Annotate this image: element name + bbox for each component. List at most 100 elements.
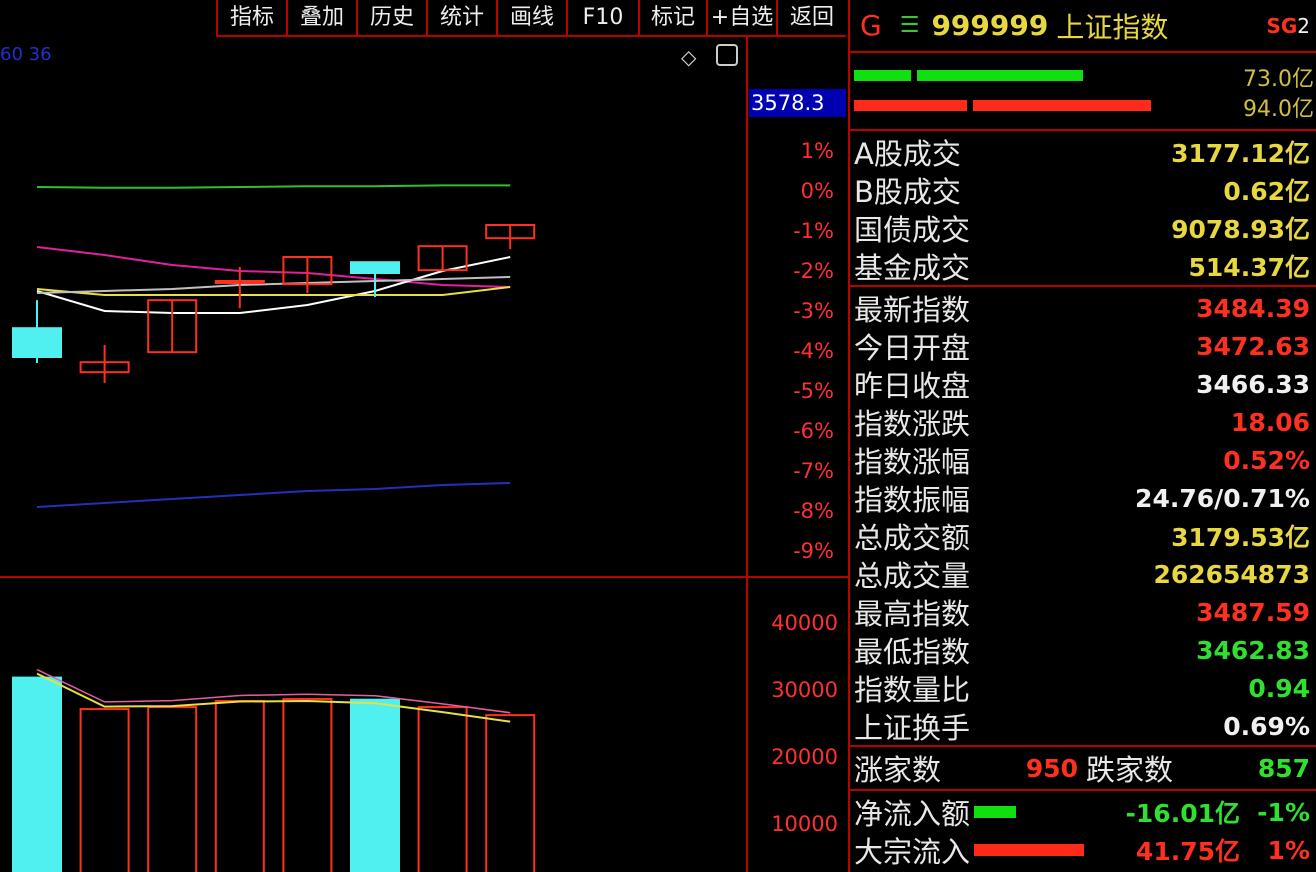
stat-value: 3177.12亿 (1171, 134, 1310, 170)
panel-header: G ☰ 999999 上证指数 SG2 (850, 0, 1316, 53)
y-tick-label: -6% (744, 419, 834, 443)
volume-bar (13, 678, 61, 872)
y-tick-label: -4% (744, 339, 834, 363)
stat-value: 3466.33 (1196, 370, 1310, 399)
volume-bar (81, 709, 129, 872)
block-inflow-pct: 1% (1240, 836, 1310, 865)
stat-value: 3462.83 (1196, 636, 1310, 665)
diamond-icon[interactable]: ◇ (681, 45, 696, 69)
stat-label: 指数涨跌 (854, 401, 970, 443)
stat-label: 最高指数 (854, 591, 970, 633)
stat-label: 指数振幅 (854, 477, 970, 519)
stat-value: 24.76/0.71% (1135, 484, 1310, 513)
stat-value: 0.69% (1223, 712, 1310, 741)
stat-value: 514.37亿 (1189, 248, 1310, 284)
advance-decline-row: 涨家数 950 跌家数 857 (850, 747, 1316, 791)
volume-bar (148, 707, 196, 872)
ma-line (37, 483, 510, 507)
stat-value: 3487.59 (1196, 598, 1310, 627)
volume-tick-label: 20000 (738, 745, 838, 769)
sg-label: SG (1266, 14, 1297, 38)
menu-button-6[interactable]: 标记 (638, 0, 706, 35)
stat-label: B股成交 (854, 169, 961, 211)
y-tick-label: -5% (744, 379, 834, 403)
ma-line (37, 185, 510, 187)
chart-canvas[interactable] (0, 0, 746, 872)
block-inflow-bar (974, 844, 1084, 856)
y-tick-label: -3% (744, 299, 834, 323)
stat-label: A股成交 (854, 131, 961, 173)
y-tick-label: -1% (744, 219, 834, 243)
down-label: 跌家数 (1086, 747, 1173, 789)
g-icon[interactable]: G (860, 9, 882, 42)
sell-bar (854, 100, 967, 111)
index-info-panel: G ☰ 999999 上证指数 SG2 73.0亿 94.0亿 A股成交3177… (848, 0, 1316, 872)
stat-row: A股成交 3177.12亿 (850, 133, 1316, 171)
buy-sell-bars: 73.0亿 94.0亿 (850, 53, 1316, 131)
stat-row: 指数量比0.94 (850, 669, 1316, 707)
net-inflow-row: 净流入额 -16.01亿 -1% (850, 793, 1316, 831)
stat-row: 最高指数 3487.59 (850, 593, 1316, 631)
buy-amount: 73.0亿 (1243, 61, 1314, 93)
volume-tick-label: 10000 (738, 812, 838, 836)
net-inflow-value: -16.01亿 (1110, 794, 1240, 830)
price-tag: 3578.3 (749, 89, 846, 117)
sell-amount: 94.0亿 (1243, 91, 1314, 123)
stat-label: 指数量比 (854, 667, 970, 709)
menu-button-8[interactable]: 返回 (776, 0, 846, 35)
up-count: 950 (1026, 754, 1078, 783)
net-inflow-label: 净流入额 (854, 791, 970, 833)
volume-ma-line (37, 674, 510, 722)
indicator-label: 60 36 (0, 44, 52, 65)
candle-body (351, 262, 399, 273)
volume-tick-label: 30000 (738, 678, 838, 702)
stat-row: 昨日收盘3466.33 (850, 365, 1316, 403)
menu-button-5[interactable]: F10 (566, 0, 638, 35)
stat-row: 上证换手 0.69% (850, 707, 1316, 745)
stat-value: 18.06 (1231, 408, 1310, 437)
up-label: 涨家数 (854, 747, 941, 789)
y-tick-label: 1% (744, 139, 834, 163)
index-name: 上证指数 (1056, 6, 1168, 46)
menu-button-0[interactable]: 指标 (216, 0, 286, 35)
stat-row: B股成交 0.62亿 (850, 171, 1316, 209)
volume-bar (486, 715, 534, 872)
volume-tick-label: 40000 (738, 611, 838, 635)
sg-number: 2 (1297, 14, 1310, 38)
ma-line (37, 247, 510, 287)
panel-toggle-icon[interactable] (716, 44, 738, 66)
stat-label: 最新指数 (854, 287, 970, 329)
stat-value: 3472.63 (1196, 332, 1310, 361)
stat-row: 最新指数3484.39 (850, 289, 1316, 327)
volume-bar (216, 701, 264, 872)
stat-label: 指数涨幅 (854, 439, 970, 481)
net-inflow-bar (974, 806, 1016, 818)
stat-label: 国债成交 (854, 207, 970, 249)
block-inflow-label: 大宗流入 (854, 829, 970, 871)
menu-button-7[interactable]: +自选 (706, 0, 776, 35)
menu-button-2[interactable]: 历史 (356, 0, 426, 35)
stat-value: 262654873 (1153, 560, 1310, 589)
stat-row: 今日开盘3472.63 (850, 327, 1316, 365)
stat-label: 总成交额 (854, 515, 970, 557)
block-inflow-value: 41.75亿 (1110, 832, 1240, 868)
menu-button-1[interactable]: 叠加 (286, 0, 356, 35)
stat-row: 指数涨跌 18.06 (850, 403, 1316, 441)
stat-label: 上证换手 (854, 705, 970, 747)
stat-value: 0.62亿 (1223, 172, 1310, 208)
stat-value: 9078.93亿 (1171, 210, 1310, 246)
sell-bar (973, 100, 1151, 111)
block-inflow-row: 大宗流入 41.75亿 1% (850, 831, 1316, 869)
buy-bar (854, 70, 911, 81)
net-inflow-pct: -1% (1240, 798, 1310, 827)
stat-row: 指数振幅 24.76/0.71% (850, 479, 1316, 517)
menu-button-3[interactable]: 统计 (426, 0, 496, 35)
candle-body (216, 281, 264, 283)
volume-divider (0, 576, 848, 578)
stat-value: 3179.53亿 (1171, 518, 1310, 554)
kline-chart[interactable] (0, 0, 848, 872)
y-tick-label: 0% (744, 179, 834, 203)
menu-icon[interactable]: ☰ (900, 13, 920, 38)
menu-button-4[interactable]: 画线 (496, 0, 566, 35)
volume-bar (351, 700, 399, 872)
